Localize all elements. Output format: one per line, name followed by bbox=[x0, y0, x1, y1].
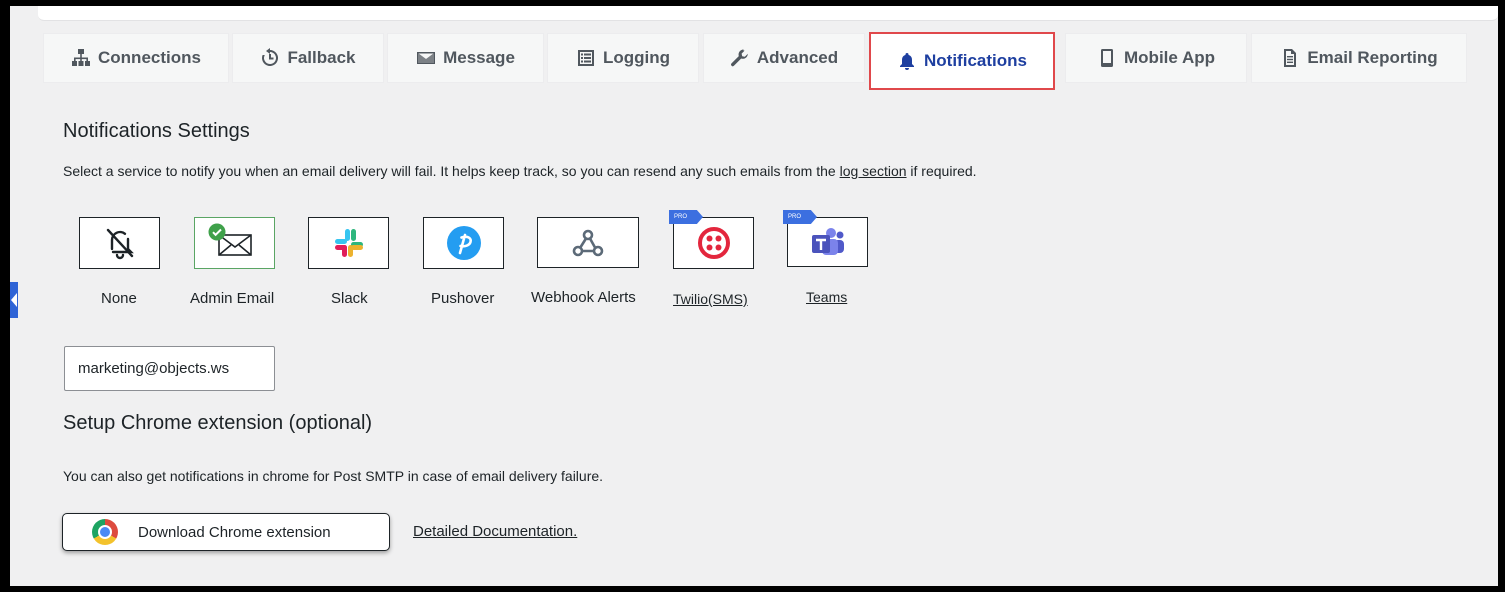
tab-label: Notifications bbox=[924, 51, 1027, 70]
tab-advanced[interactable]: Advanced bbox=[703, 33, 865, 83]
wrench-icon bbox=[730, 49, 748, 67]
service-box-admin-email[interactable] bbox=[194, 217, 275, 269]
tab-label: Connections bbox=[98, 48, 201, 67]
tab-logging[interactable]: Logging bbox=[547, 33, 699, 83]
smartphone-icon bbox=[1101, 49, 1114, 67]
notifications-description: Select a service to notify you when an e… bbox=[63, 163, 977, 179]
tab-label: Fallback bbox=[287, 48, 356, 67]
slack-icon bbox=[334, 229, 363, 257]
pro-badge: PRO bbox=[783, 210, 817, 224]
chrome-extension-description: You can also get notifications in chrome… bbox=[63, 468, 604, 484]
notifications-title: Notifications Settings bbox=[63, 120, 250, 142]
tab-label: Email Reporting bbox=[1307, 48, 1438, 67]
service-box-twilio[interactable] bbox=[673, 217, 754, 269]
service-label: Pushover bbox=[431, 290, 495, 307]
settings-panel: Connections Fallback Message Logging Adv… bbox=[10, 6, 1498, 586]
service-label: Teams bbox=[806, 289, 848, 305]
twilio-icon bbox=[697, 227, 730, 259]
check-icon bbox=[208, 223, 226, 241]
service-label: Webhook Alerts bbox=[531, 289, 636, 306]
service-label: None bbox=[101, 290, 137, 307]
webhook-icon bbox=[572, 229, 604, 256]
service-box-slack[interactable] bbox=[308, 217, 389, 269]
envelope-icon bbox=[417, 52, 436, 64]
history-icon bbox=[262, 48, 279, 66]
teams-icon bbox=[811, 228, 844, 255]
list-icon bbox=[577, 50, 594, 66]
tab-label: Mobile App bbox=[1124, 48, 1215, 67]
tab-notifications[interactable]: Notifications bbox=[869, 32, 1055, 90]
detailed-documentation-link[interactable]: Detailed Documentation. bbox=[413, 523, 577, 540]
tab-connections[interactable]: Connections bbox=[43, 33, 229, 83]
tab-label: Logging bbox=[602, 48, 671, 67]
tab-label: Message bbox=[443, 48, 515, 67]
bell-off-icon bbox=[106, 228, 134, 260]
pushover-icon bbox=[446, 226, 481, 260]
chrome-icon bbox=[92, 519, 118, 545]
admin-email-field[interactable] bbox=[64, 346, 275, 391]
service-label: Slack bbox=[331, 290, 368, 307]
download-chrome-extension-button[interactable]: Download Chrome extension bbox=[62, 513, 390, 551]
document-icon bbox=[1284, 49, 1297, 67]
tab-message[interactable]: Message bbox=[387, 33, 544, 83]
pro-badge: PRO bbox=[669, 210, 703, 224]
tab-label: Advanced bbox=[756, 48, 839, 67]
service-label: Twilio(SMS) bbox=[673, 291, 748, 307]
tab-fallback[interactable]: Fallback bbox=[232, 33, 384, 83]
service-box-webhook[interactable] bbox=[537, 217, 639, 268]
button-label: Download Chrome extension bbox=[138, 523, 331, 541]
top-bar bbox=[38, 6, 1498, 21]
bell-icon bbox=[900, 53, 915, 70]
collapse-handle[interactable] bbox=[10, 282, 18, 318]
service-box-none[interactable] bbox=[79, 217, 160, 269]
log-section-link[interactable]: log section bbox=[840, 163, 907, 179]
chrome-extension-title: Setup Chrome extension (optional) bbox=[63, 412, 373, 434]
sitemap-icon bbox=[72, 49, 91, 66]
service-box-teams[interactable] bbox=[787, 217, 868, 267]
service-label: Admin Email bbox=[190, 290, 275, 307]
service-box-pushover[interactable] bbox=[423, 217, 504, 269]
tab-email-reporting[interactable]: Email Reporting bbox=[1251, 33, 1467, 83]
tab-mobile-app[interactable]: Mobile App bbox=[1065, 33, 1247, 83]
